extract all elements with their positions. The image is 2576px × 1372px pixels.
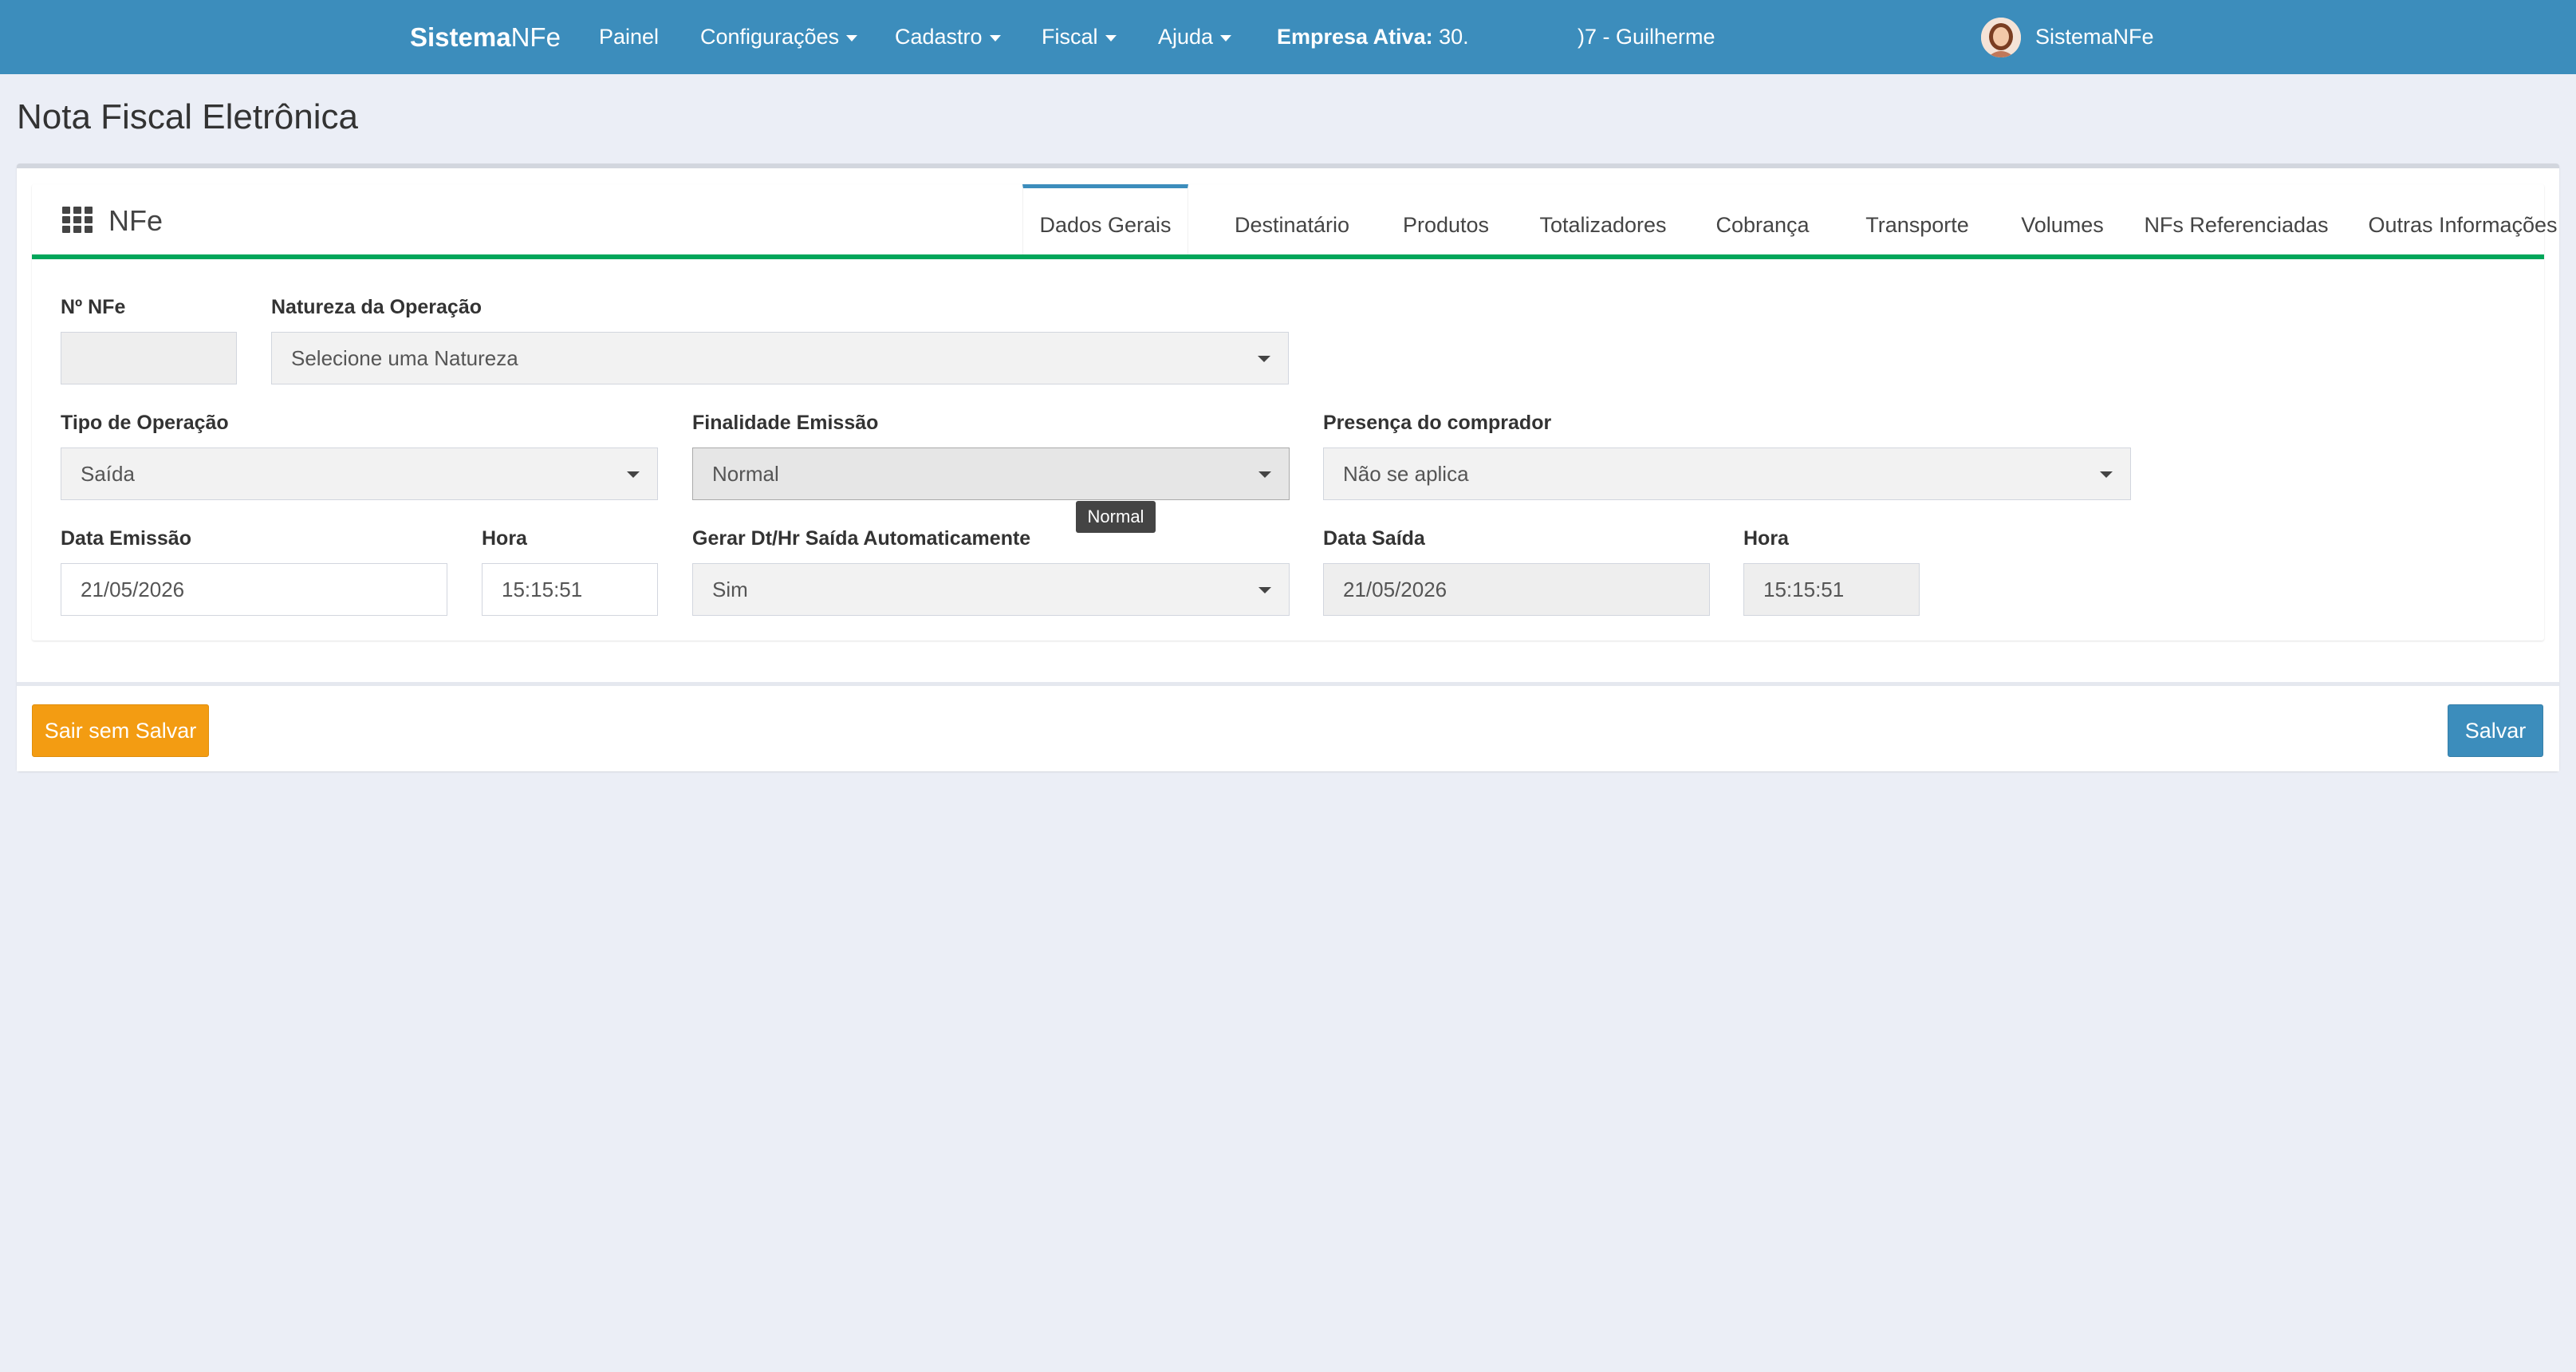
presenca-label: Presença do comprador [1323, 412, 1552, 434]
numero-nfe-label: Nº NFe [61, 296, 126, 318]
nav-configuracoes-label: Configurações [700, 25, 840, 49]
caret-down-icon [627, 471, 640, 478]
natureza-label: Natureza da Operação [271, 296, 482, 318]
caret-down-icon [1258, 356, 1270, 362]
numero-nfe-field[interactable] [61, 332, 237, 384]
nav-ajuda-label: Ajuda [1158, 25, 1214, 49]
natureza-select[interactable]: Selecione uma Natureza [271, 332, 1289, 384]
panel-title-label: NFe [108, 204, 163, 237]
tab-dados-gerais[interactable]: Dados Gerais [1022, 184, 1188, 254]
nav-cadastro[interactable]: Cadastro [895, 0, 1001, 74]
chevron-down-icon [1220, 34, 1232, 41]
tab-destinatario[interactable]: Destinatário [1190, 184, 1394, 254]
hora-saida-label: Hora [1743, 527, 1789, 550]
presenca-value: Não se aplica [1343, 462, 1469, 486]
nfe-box: NFe Dados Gerais Destinatário Produtos T… [17, 164, 2559, 771]
nav-fiscal[interactable]: Fiscal [1042, 0, 1117, 74]
caret-down-icon [1258, 587, 1271, 593]
tipo-operacao-select[interactable]: Saída [61, 447, 658, 500]
tab-label: Destinatário [1234, 213, 1350, 237]
user-avatar-icon [1981, 18, 2021, 57]
tipo-operacao-value: Saída [81, 462, 135, 486]
empresa-value-end: )7 - Guilherme [1578, 25, 1715, 49]
tab-transporte[interactable]: Transporte [1834, 184, 2000, 254]
tab-label: NFs Referenciadas [2144, 213, 2329, 237]
top-navbar: SistemaNFe Painel Configurações Cadastro… [0, 0, 2576, 74]
tab-label: Cobrança [1715, 213, 1810, 237]
chevron-down-icon [989, 34, 1001, 41]
chevron-down-icon [1105, 34, 1117, 41]
user-menu[interactable]: SistemaNFe [2035, 0, 2154, 74]
tipo-operacao-label: Tipo de Operação [61, 412, 229, 434]
save-button[interactable]: Salvar [2448, 704, 2543, 757]
tab-label: Produtos [1402, 213, 1490, 237]
brand-logo[interactable]: SistemaNFe [410, 0, 561, 74]
brand-light: NFe [510, 22, 561, 52]
presenca-select[interactable]: Não se aplica [1323, 447, 2131, 500]
caret-down-icon [2100, 471, 2113, 478]
tab-label: Totalizadores [1539, 213, 1667, 237]
tab-produtos[interactable]: Produtos [1371, 184, 1521, 254]
tab-nfs-referenciadas[interactable]: NFs Referenciadas [2117, 184, 2356, 254]
chevron-down-icon [846, 34, 858, 41]
finalidade-select[interactable]: Normal [692, 447, 1290, 500]
tab-outras-informacoes[interactable]: Outras Informações [2345, 184, 2576, 254]
empresa-ativa: Empresa Ativa: 30. [1277, 0, 1469, 74]
finalidade-tooltip: Normal [1076, 501, 1156, 533]
tab-totalizadores[interactable]: Totalizadores [1509, 184, 1697, 254]
brand-bold: Sistema [410, 22, 511, 52]
hora-emissao-label: Hora [482, 527, 527, 550]
hora-emissao-input[interactable]: 15:15:51 [482, 563, 658, 616]
gerar-saida-value: Sim [712, 578, 748, 601]
page-title: Nota Fiscal Eletrônica [17, 97, 358, 136]
nav-painel-label: Painel [599, 25, 660, 49]
tab-label: Outras Informações [2368, 213, 2558, 237]
tabs-header: NFe Dados Gerais Destinatário Produtos T… [32, 184, 2558, 259]
data-emissao-label: Data Emissão [61, 527, 191, 550]
user-name: SistemaNFe [2035, 25, 2154, 49]
tab-label: Dados Gerais [1039, 213, 1172, 237]
avatar[interactable] [1981, 18, 2021, 57]
nav-ajuda[interactable]: Ajuda [1158, 0, 1232, 74]
tab-label: Transporte [1865, 213, 1969, 237]
empresa-label: Empresa Ativa: [1277, 25, 1433, 49]
gerar-saida-select[interactable]: Sim [692, 563, 1290, 616]
finalidade-label: Finalidade Emissão [692, 412, 879, 434]
hora-saida-input[interactable]: 15:15:51 [1743, 563, 1920, 616]
nav-painel[interactable]: Painel [599, 0, 659, 74]
empresa-value-start: 30. [1439, 25, 1469, 49]
grid-icon [62, 207, 93, 234]
data-saida-label: Data Saída [1323, 527, 1425, 550]
data-saida-input[interactable]: 21/05/2026 [1323, 563, 1710, 616]
caret-down-icon [1258, 471, 1271, 478]
tab-label: Volumes [2021, 213, 2104, 237]
nav-configuracoes[interactable]: Configurações [700, 0, 858, 74]
nav-cadastro-label: Cadastro [895, 25, 983, 49]
nav-fiscal-label: Fiscal [1042, 25, 1098, 49]
tab-volumes[interactable]: Volumes [1992, 184, 2133, 254]
finalidade-value: Normal [712, 462, 779, 486]
natureza-value: Selecione uma Natureza [291, 346, 518, 370]
exit-without-save-button[interactable]: Sair sem Salvar [32, 704, 209, 757]
tab-cobranca[interactable]: Cobrança [1683, 184, 1842, 254]
nfe-tabs-panel: NFe Dados Gerais Destinatário Produtos T… [32, 184, 2558, 641]
data-emissao-input[interactable]: 21/05/2026 [61, 563, 447, 616]
box-footer: Sair sem Salvar Salvar [17, 682, 2559, 771]
gerar-saida-label: Gerar Dt/Hr Saída Automaticamente [692, 527, 1031, 550]
